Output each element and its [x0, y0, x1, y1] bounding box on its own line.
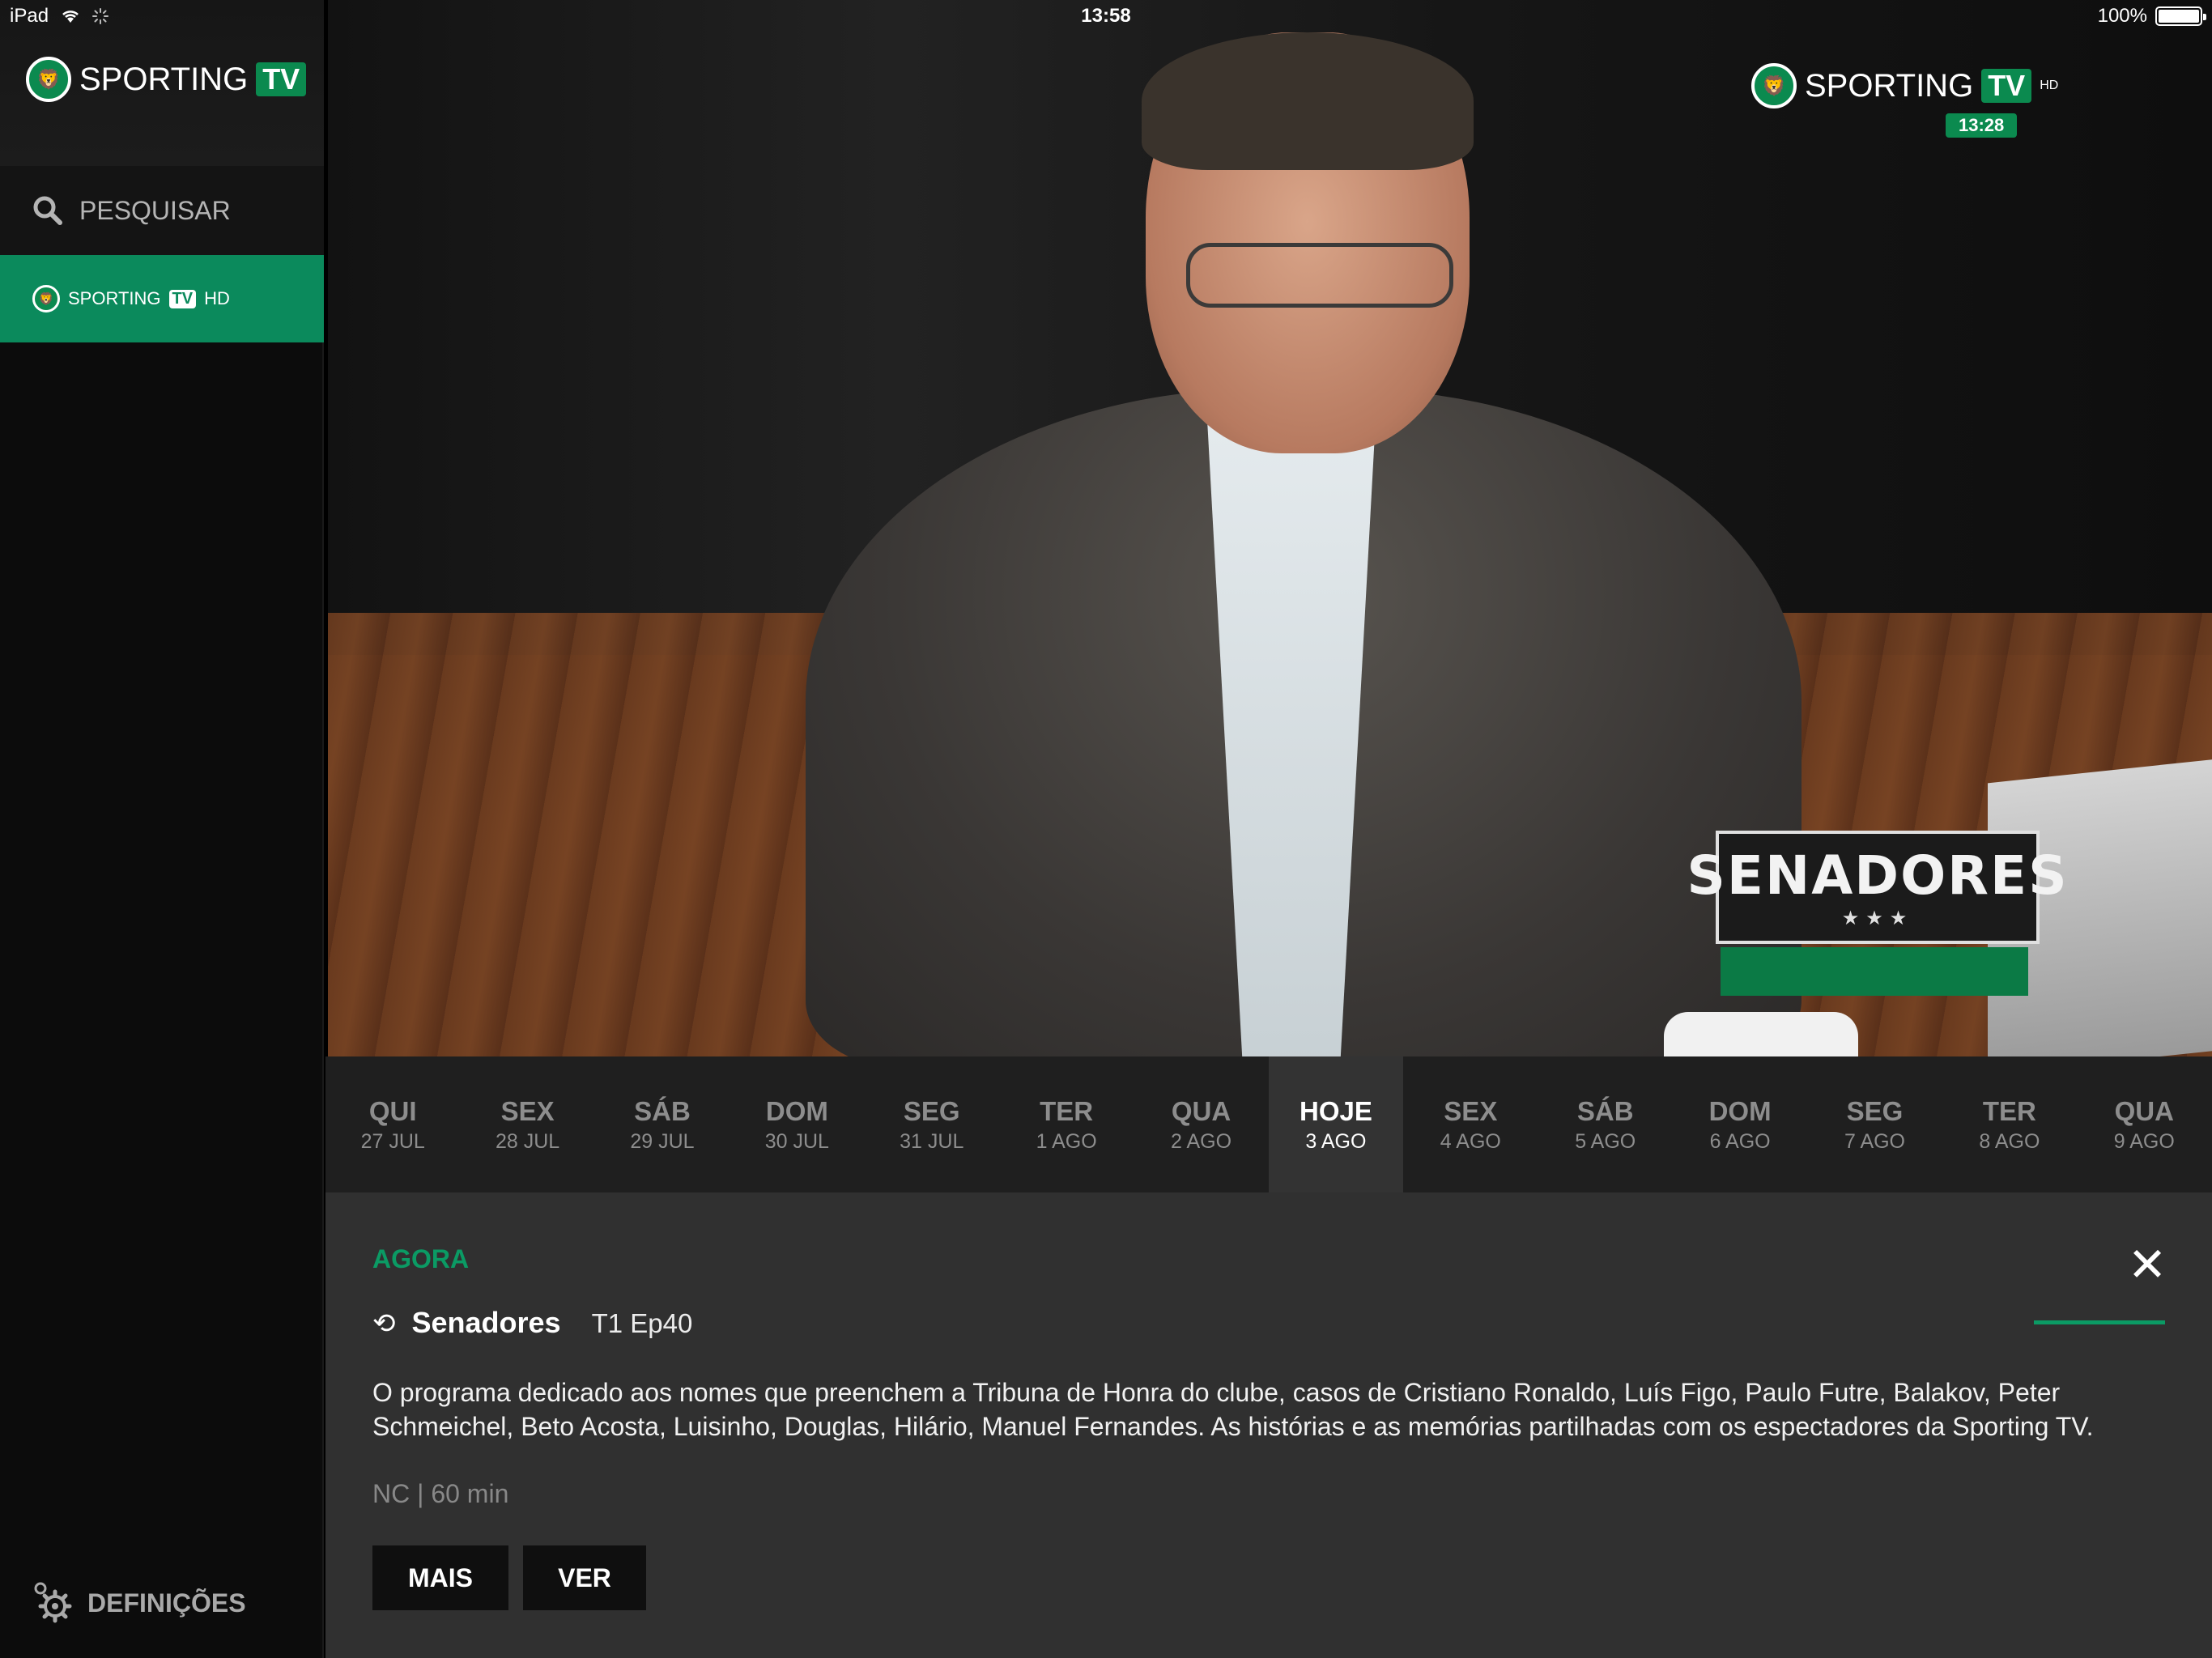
program-title-row: ⟲ Senadores T1 Ep40 [372, 1306, 692, 1340]
progress-indicator [2034, 1320, 2165, 1324]
status-right: 100% [2097, 5, 2206, 28]
date-tab-date: 3 AGO [1305, 1129, 1367, 1153]
replay-icon: ⟲ [372, 1308, 396, 1339]
date-tab[interactable]: DOM 6 AGO [1673, 1056, 1807, 1192]
sidebar-item-sporting-tv-hd[interactable]: 🦁 SPORTING TV HD [0, 255, 324, 342]
status-bar: iPad 13:58 100% [0, 0, 2212, 32]
sidebar-search[interactable]: PESQUISAR [0, 166, 324, 255]
date-tab-day: QUI [368, 1095, 417, 1126]
gear-icon [34, 1582, 72, 1623]
date-tab-day: TER [1040, 1095, 1094, 1126]
date-tab-date: 5 AGO [1575, 1129, 1636, 1153]
settings-label: DEFINIÇÕES [87, 1588, 246, 1618]
date-tab[interactable]: SEX 28 JUL [460, 1056, 594, 1192]
logo-tv: TV [256, 62, 307, 96]
date-tab-day: QUA [1171, 1095, 1231, 1126]
date-tab[interactable]: TER 8 AGO [1942, 1056, 2077, 1192]
date-tab-day: HOJE [1299, 1095, 1372, 1126]
watermark-tv: TV [1981, 69, 2032, 103]
date-tab[interactable]: TER 1 AGO [999, 1056, 1134, 1192]
search-label: PESQUISAR [79, 195, 231, 225]
date-tab[interactable]: SEG 7 AGO [1807, 1056, 1942, 1192]
date-tab-date: 29 JUL [630, 1129, 695, 1153]
date-tab[interactable]: SEG 31 JUL [865, 1056, 999, 1192]
status-time: 13:58 [1081, 5, 1131, 27]
logo-word: SPORTING [79, 61, 249, 97]
date-tab-day: SÁB [634, 1095, 691, 1126]
date-tab[interactable]: SEX 4 AGO [1403, 1056, 1538, 1192]
channel-word: SPORTING [68, 288, 161, 308]
date-tab[interactable]: QUA 9 AGO [2077, 1056, 2211, 1192]
sporting-crest-icon: 🦁 [26, 57, 71, 102]
sporting-crest-icon: 🦁 [32, 285, 60, 312]
date-tab[interactable]: QUI 27 JUL [325, 1056, 460, 1192]
date-tab-date: 6 AGO [1709, 1129, 1771, 1153]
date-strip: QUI 27 JUL SEX 28 JUL SÁB 29 JUL DOM 30 JUL SEG 3… [325, 1056, 2212, 1192]
date-tab-day: SEG [1846, 1095, 1904, 1126]
program-episode: T1 Ep40 [591, 1308, 693, 1338]
video-presenter-glasses [1186, 243, 1453, 308]
show-badge-name: SENADORES [1687, 844, 2069, 907]
date-tab-day: SÁB [1576, 1095, 1634, 1126]
battery-icon [2155, 6, 2206, 26]
more-button[interactable]: MAIS [372, 1545, 508, 1610]
battery-percent: 100% [2097, 5, 2147, 27]
video-cup [1664, 1012, 1858, 1056]
date-tab[interactable]: SÁB 5 AGO [1538, 1056, 1673, 1192]
watch-button[interactable]: VER [523, 1545, 646, 1610]
date-tab-date: 2 AGO [1171, 1129, 1232, 1153]
date-tab-day: QUA [2114, 1095, 2174, 1126]
sidebar: 🦁 SPORTING TV PESQUISAR 🦁 SPORTING TV HD [0, 0, 324, 1658]
search-icon [33, 196, 62, 225]
video-player[interactable]: 🦁 SPORTING TV HD 13:28 SENADORES ★★★ [328, 0, 2212, 1056]
date-tab-day: DOM [1708, 1095, 1772, 1126]
date-tab-day: SEG [903, 1095, 960, 1126]
sporting-crest-icon: 🦁 [1751, 63, 1797, 108]
watermark-word: SPORTING [1805, 67, 1974, 104]
watermark-clock: 13:28 [1946, 113, 2018, 138]
date-tab-date: 8 AGO [1979, 1129, 2040, 1153]
channel-logo: 🦁 SPORTING TV HD [32, 285, 230, 312]
date-tab-day: DOM [765, 1095, 828, 1126]
close-button[interactable]: ✕ [2123, 1241, 2172, 1290]
channel-tv: TV [168, 289, 197, 308]
date-tab-date: 1 AGO [1036, 1129, 1097, 1153]
battery-fill [2159, 10, 2199, 23]
date-tab-date: 30 JUL [764, 1129, 829, 1153]
show-badge-stars: ★★★ [1841, 908, 1914, 929]
video-presenter-hair [1142, 32, 1474, 170]
channel-hd: HD [204, 288, 230, 308]
date-tab[interactable]: DOM 30 JUL [730, 1056, 864, 1192]
channel-watermark: 🦁 SPORTING TV HD [1751, 63, 2058, 108]
date-tab-date: 7 AGO [1844, 1129, 1906, 1153]
program-description: O programa dedicado aos nomes que preenc… [372, 1378, 2094, 1441]
date-tab-date: 28 JUL [495, 1129, 560, 1153]
date-tab-today[interactable]: HOJE 3 AGO [1268, 1056, 1404, 1192]
sporting-tv-logo: 🦁 SPORTING TV [26, 57, 307, 102]
date-tab-date: 9 AGO [2113, 1129, 2175, 1153]
date-tab-day: SEX [500, 1095, 555, 1126]
watermark-hd: HD [2040, 79, 2059, 92]
program-meta: NC | 60 min [372, 1479, 509, 1508]
date-tab[interactable]: QUA 2 AGO [1134, 1056, 1268, 1192]
program-info-panel: AGORA ✕ ⟲ Senadores T1 Ep40 O programa d… [325, 1192, 2212, 1658]
date-tab-day: SEX [1444, 1095, 1498, 1126]
show-badge-bar [1721, 947, 2028, 996]
date-tab[interactable]: SÁB 29 JUL [595, 1056, 730, 1192]
date-tab-date: 27 JUL [360, 1129, 425, 1153]
now-label: AGORA [372, 1244, 470, 1273]
date-tab-date: 31 JUL [900, 1129, 964, 1153]
date-tab-date: 4 AGO [1440, 1129, 1501, 1153]
date-tab-day: TER [1982, 1095, 2036, 1126]
settings-button[interactable]: DEFINIÇÕES [31, 1580, 246, 1626]
show-badge: SENADORES ★★★ [1687, 831, 2067, 944]
program-title: Senadores [411, 1306, 561, 1339]
